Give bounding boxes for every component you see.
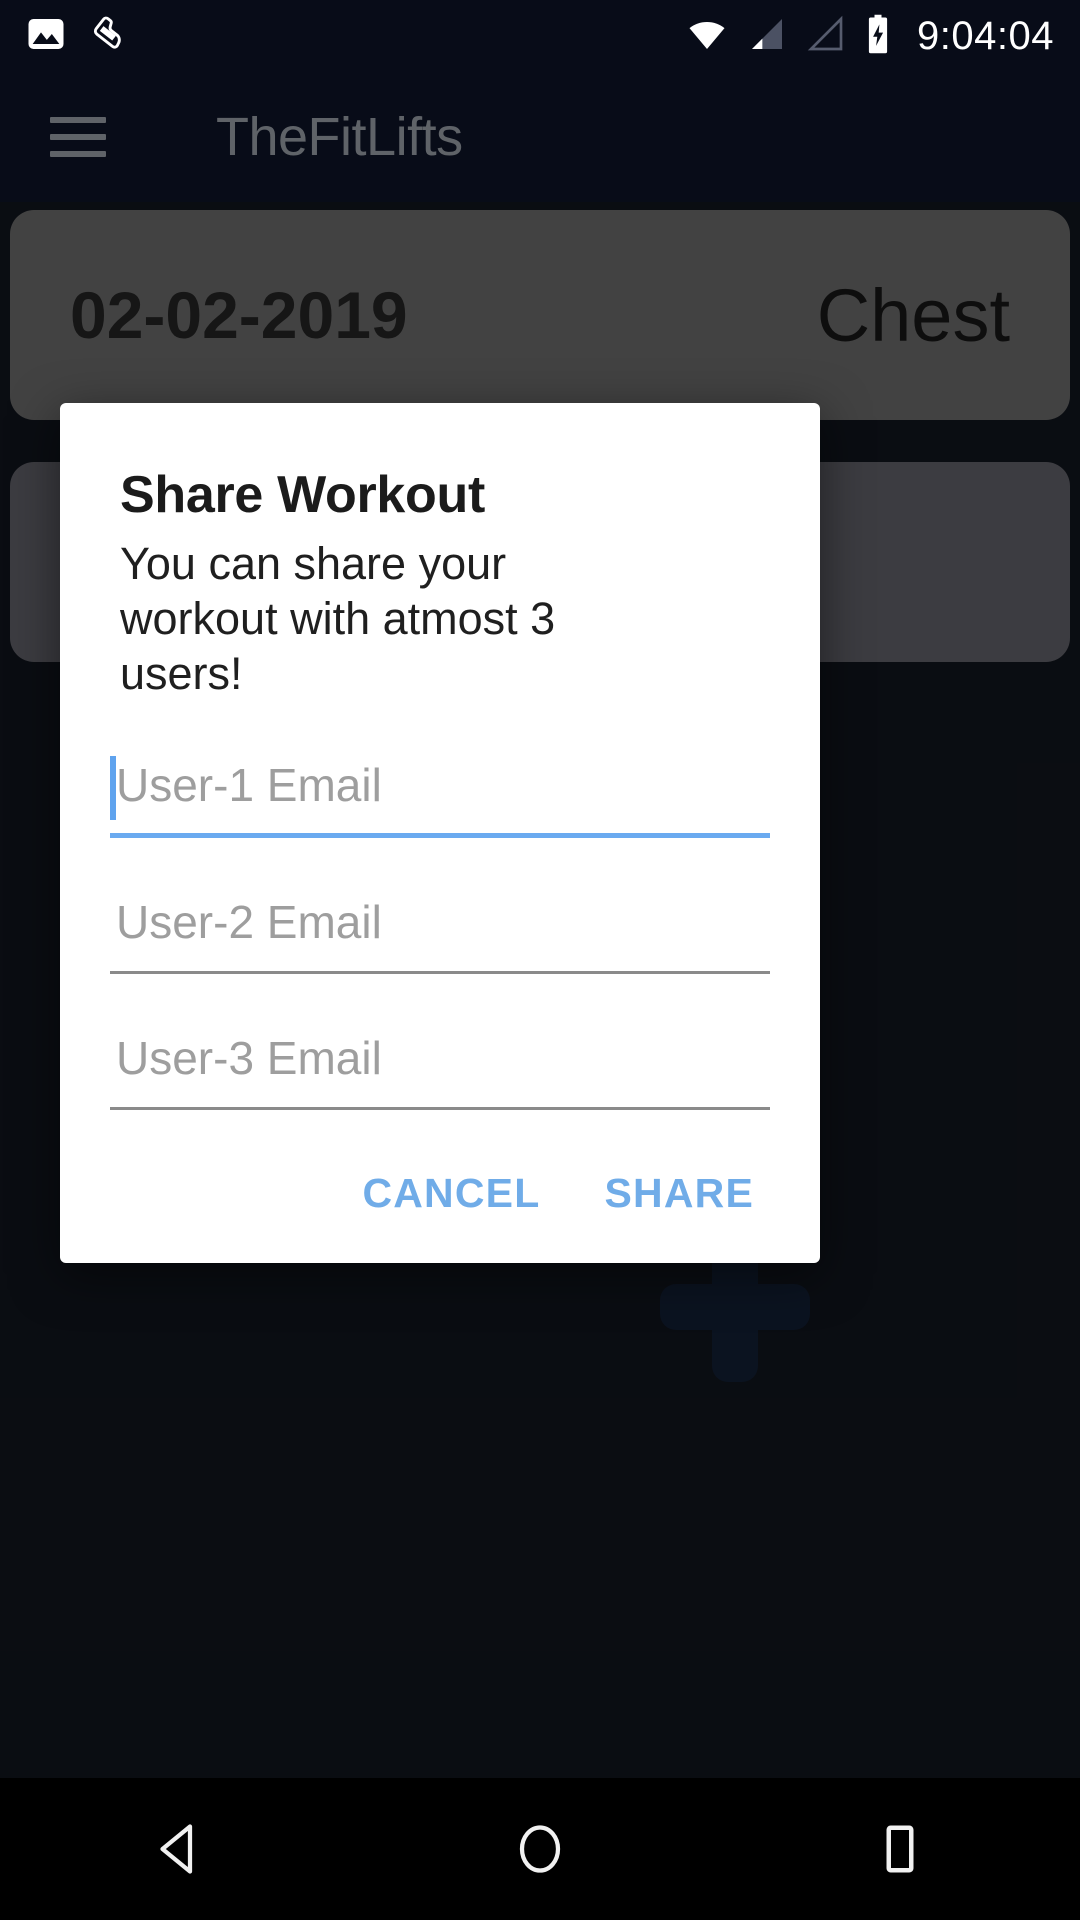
user3-email-field-wrap: User-3 Email [60,1010,820,1110]
phone-screen: 02-02-2019 Chest 9:04:04 TheFitLifts Sha… [0,0,1080,1920]
hamburger-bar [50,134,106,140]
battery-charging-icon [864,13,892,60]
text-caret [110,755,116,820]
share-workout-dialog: Share Workout You can share your workout… [60,403,820,1263]
recents-icon[interactable] [840,1789,960,1909]
user3-email-input[interactable]: User-3 Email [110,1010,770,1110]
dialog-actions: CANCEL SHARE [60,1110,820,1263]
signal-bars-icon [746,14,788,59]
user1-email-field-wrap: User-1 Email [60,738,820,838]
app-bar: TheFitLifts [0,72,1080,202]
status-bar-clock: 9:04:04 [917,13,1054,58]
user1-email-input[interactable]: User-1 Email [110,738,770,838]
status-bar-right-icons: 9:04:04 [685,13,1054,60]
user2-email-placeholder: User-2 Email [116,896,382,949]
hamburger-menu-icon[interactable] [50,117,106,157]
share-button[interactable]: SHARE [604,1170,754,1217]
dialog-message: You can share your workout with atmost 3… [120,538,556,699]
wifi-icon [685,14,729,59]
app-title: TheFitLifts [216,107,463,167]
back-icon[interactable] [120,1789,240,1909]
cancel-button[interactable]: CANCEL [362,1170,540,1217]
signal-bars-empty-icon [805,14,847,59]
shoe-icon [88,11,134,62]
user1-email-placeholder: User-1 Email [116,759,382,812]
photo-icon [26,14,66,59]
user2-email-field-wrap: User-2 Email [60,874,820,974]
status-bar: 9:04:04 [0,0,1080,72]
dialog-title: Share Workout [120,466,485,524]
status-bar-left-icons [26,11,134,62]
hamburger-bar [50,151,106,157]
android-navigation-bar [0,1778,1080,1920]
hamburger-bar [50,117,106,123]
user2-email-input[interactable]: User-2 Email [110,874,770,974]
home-icon[interactable] [480,1789,600,1909]
user3-email-placeholder: User-3 Email [116,1032,382,1085]
